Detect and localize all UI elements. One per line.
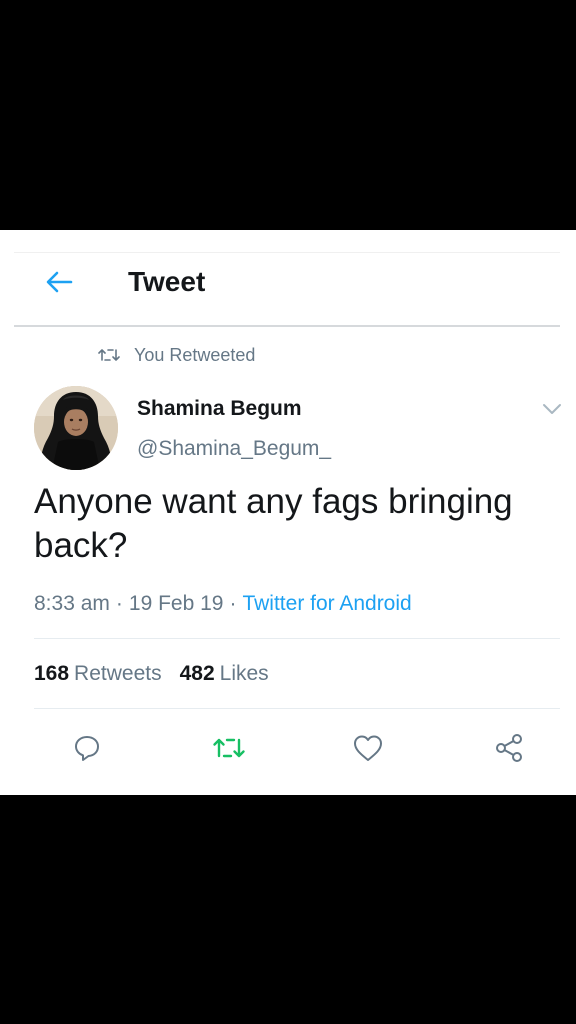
- tweet-date: 19 Feb 19: [128, 592, 224, 615]
- tweet-actions-bar: [0, 728, 576, 768]
- tweet-source-link[interactable]: Twitter for Android: [242, 592, 411, 615]
- retweets-count: 168: [34, 662, 70, 685]
- tweet-detail-card: Tweet You Retweeted Shamina Begum @Shami…: [0, 230, 576, 795]
- retweets-stat[interactable]: 168 Retweets: [34, 662, 162, 685]
- meta-separator: ·: [115, 592, 123, 615]
- arrow-left-icon: [46, 271, 73, 293]
- tweet-time: 8:33 am: [34, 592, 110, 615]
- reply-icon: [75, 736, 99, 761]
- profile-photo: [34, 386, 118, 470]
- retweet-icon: [98, 349, 120, 361]
- page-title: Tweet: [128, 266, 206, 297]
- retweet-icon: [213, 738, 245, 758]
- tweet-options-button[interactable]: [538, 398, 566, 420]
- screen: Tweet You Retweeted Shamina Begum @Shami…: [0, 0, 576, 1024]
- metadata-divider: [34, 638, 560, 639]
- retweets-label: Retweets: [74, 662, 162, 685]
- meta-separator: ·: [229, 592, 237, 615]
- share-button[interactable]: [489, 728, 529, 768]
- share-icon: [496, 734, 522, 762]
- tweet-text: Anyone want any fags bringing back?: [34, 482, 513, 565]
- header-divider: [14, 325, 560, 327]
- stats-divider: [34, 708, 560, 709]
- back-button[interactable]: [40, 266, 78, 298]
- top-divider: [14, 252, 560, 253]
- tweet-metadata: 8:33 am · 19 Feb 19 · Twitter for Android: [34, 592, 412, 616]
- tweet-stats: 168 Retweets 482 Likes: [34, 662, 269, 686]
- reply-button[interactable]: [67, 728, 107, 768]
- author-display-name[interactable]: Shamina Begum: [137, 397, 302, 421]
- author-handle[interactable]: @Shamina_Begum_: [137, 437, 331, 461]
- heart-icon: [354, 735, 382, 761]
- like-button[interactable]: [348, 728, 388, 768]
- social-context-label: You Retweeted: [134, 344, 256, 365]
- avatar[interactable]: [34, 386, 118, 470]
- likes-stat[interactable]: 482 Likes: [180, 662, 269, 685]
- retweet-button[interactable]: [209, 728, 249, 768]
- chevron-down-icon: [543, 404, 561, 414]
- social-context: You Retweeted: [98, 343, 255, 367]
- likes-count: 482: [179, 662, 215, 685]
- likes-label: Likes: [219, 662, 269, 685]
